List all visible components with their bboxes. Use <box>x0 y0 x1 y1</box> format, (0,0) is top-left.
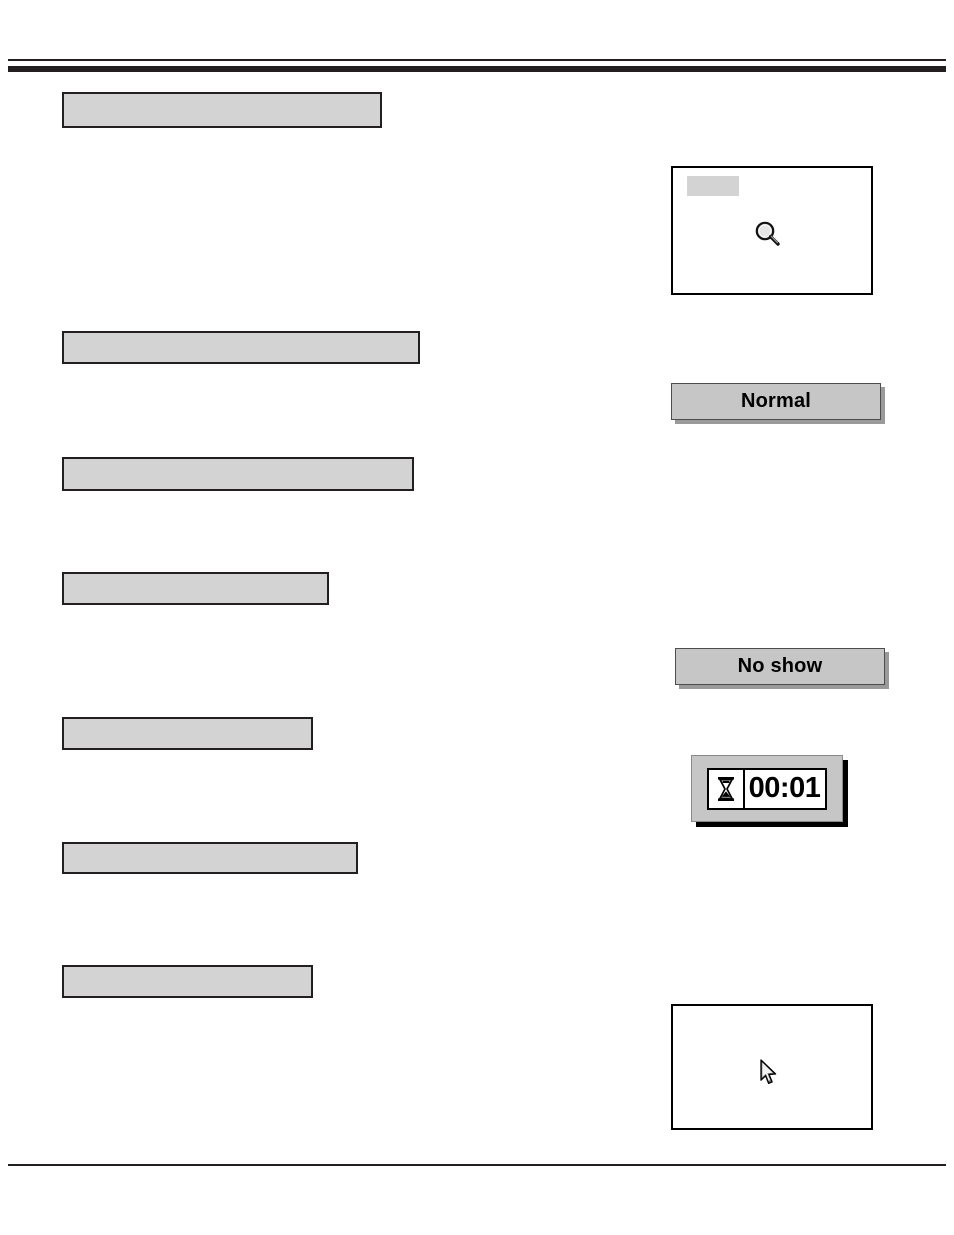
countdown-timer-panel: 00:01 <box>691 755 843 822</box>
no-show-button-label: No show <box>737 655 823 677</box>
manual-page: Normal No show 00:01 <box>0 0 954 1235</box>
digital-zoom-screen <box>671 166 873 295</box>
header-rule-thick <box>8 66 946 72</box>
hourglass-icon <box>708 769 745 808</box>
arrow-pointer-icon <box>759 1059 779 1092</box>
paragraph-block-7 <box>62 965 313 998</box>
paragraph-block-1 <box>62 92 382 128</box>
normal-button-label: Normal <box>740 390 812 412</box>
digital-zoom-screen-label <box>687 176 739 196</box>
magnifier-icon <box>754 220 782 253</box>
paragraph-block-5 <box>62 717 313 750</box>
footer-rule <box>8 1164 946 1166</box>
pointer-function-screen <box>671 1004 873 1130</box>
paragraph-block-3 <box>62 457 414 491</box>
paragraph-block-2 <box>62 331 420 364</box>
timer-value: 00:01 <box>748 772 821 804</box>
paragraph-block-4 <box>62 572 329 605</box>
no-show-button[interactable]: No show <box>675 648 885 685</box>
paragraph-block-6 <box>62 842 358 874</box>
header-rule-thin <box>8 59 946 61</box>
normal-button[interactable]: Normal <box>671 383 881 420</box>
timer-chip: 00:01 <box>706 767 828 810</box>
